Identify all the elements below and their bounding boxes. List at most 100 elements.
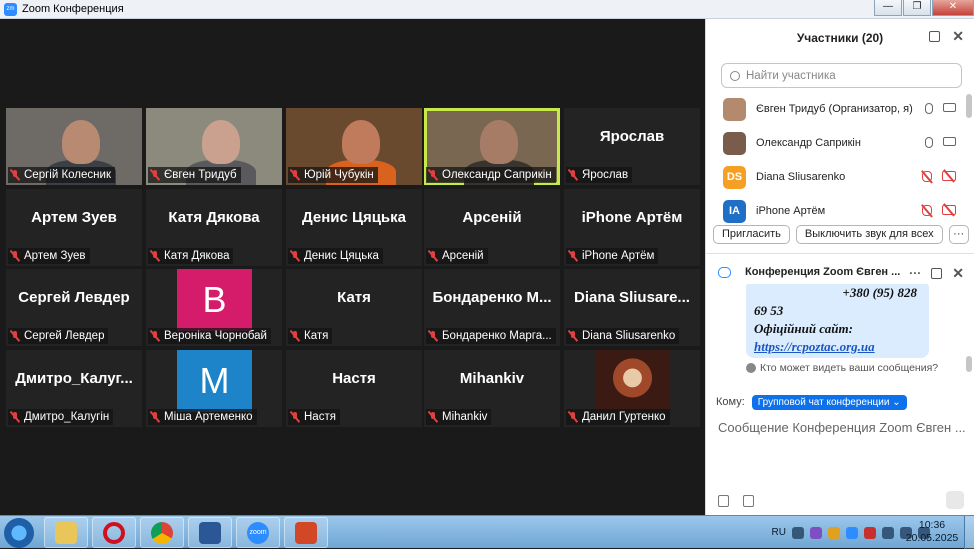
participant-name-label: Бондаренко Марга...: [426, 328, 556, 344]
person-head: [202, 120, 240, 164]
participant-name-label: iPhone Артём: [566, 248, 659, 264]
video-tile[interactable]: Ярослав Ярослав: [564, 108, 700, 185]
message-phone-cont: 69 53: [754, 303, 784, 318]
clock[interactable]: 10:36 20.05.2025: [902, 519, 962, 545]
recipient-dropdown[interactable]: Групповой чат конференции ⌄: [751, 394, 907, 410]
muted-mic-icon: [290, 250, 300, 262]
camera-icon[interactable]: [943, 103, 956, 112]
participant-row[interactable]: Євген Тридуб (Организатор, я): [706, 92, 974, 126]
chat-popout-icon[interactable]: [931, 267, 943, 279]
explorer-taskbar-button[interactable]: [44, 517, 88, 548]
popout-icon[interactable]: [929, 31, 941, 42]
message-site-label: Офіційний сайт:: [754, 321, 853, 336]
chat-compose-input[interactable]: Сообщение Конференция Zoom Євген ...: [706, 414, 974, 462]
video-tile[interactable]: Настя Настя: [286, 350, 422, 427]
search-placeholder: Найти участника: [746, 69, 836, 82]
flag-icon[interactable]: [882, 526, 894, 539]
mic-icon[interactable]: [925, 103, 933, 114]
chat-close-icon[interactable]: ✕: [952, 266, 964, 280]
mail-icon[interactable]: [864, 526, 876, 539]
message-phone: +380 (95) 828: [842, 285, 917, 300]
chat-messages: +380 (95) 828 69 53 Офіційний сайт: http…: [706, 284, 974, 378]
muted-mic-icon: [150, 411, 160, 423]
close-button[interactable]: ✕: [932, 0, 974, 16]
participant-display-name: Бондаренко М...: [432, 289, 552, 306]
participant-display-name: Катя: [337, 289, 371, 306]
to-label: Кому:: [716, 396, 745, 408]
chrome-taskbar-button[interactable]: [140, 517, 184, 548]
participant-name: Юрій Чубукін: [304, 169, 374, 181]
video-tile[interactable]: Дмитро_Калуг... Дмитро_Калугін: [6, 350, 142, 427]
mic-icon[interactable]: [925, 137, 933, 148]
participant-display-name: Дмитро_Калуг...: [15, 370, 133, 387]
participant-name: Ярослав: [582, 169, 629, 181]
video-tile[interactable]: Артем Зуев Артем Зуев: [6, 189, 142, 266]
video-tile[interactable]: Бондаренко М... Бондаренко Марга...: [424, 269, 560, 346]
video-tile[interactable]: Денис Цяцька Денис Цяцька: [286, 189, 422, 266]
video-tile[interactable]: В Вероніка Чорнобай: [146, 269, 282, 346]
powerpoint-taskbar-button[interactable]: [284, 517, 328, 548]
start-button[interactable]: [4, 518, 34, 548]
zoom-tray-icon[interactable]: [846, 526, 858, 539]
more-icon[interactable]: ···: [909, 266, 921, 280]
participant-name-label: Юрій Чубукін: [288, 167, 378, 183]
send-button[interactable]: [946, 491, 964, 509]
file-icon[interactable]: [743, 495, 754, 507]
video-tile[interactable]: Сергій Колесник: [6, 108, 142, 185]
video-tile[interactable]: Катя Катя: [286, 269, 422, 346]
participant-name: Сергей Левдер: [24, 330, 105, 342]
video-tile[interactable]: Арсеній Арсеній: [424, 189, 560, 266]
opera-taskbar-button[interactable]: [92, 517, 136, 548]
participant-avatar: DS: [723, 165, 746, 189]
participant-name: Mihankiv: [442, 411, 488, 423]
video-tile[interactable]: Євген Тридуб: [146, 108, 282, 185]
video-tile[interactable]: Юрій Чубукін: [286, 108, 422, 185]
participant-row[interactable]: Олександр Саприкін: [706, 126, 974, 160]
participant-search-input[interactable]: Найти участника: [721, 63, 962, 88]
participant-name-label: Mihankiv: [426, 409, 492, 425]
profile-photo: [595, 350, 670, 412]
maximize-button[interactable]: ❐: [903, 0, 931, 16]
video-tile[interactable]: Олександр Саприкін: [424, 108, 560, 185]
chat-scrollbar[interactable]: [966, 356, 972, 372]
viber-icon[interactable]: [810, 526, 822, 539]
zoom-icon: zoom: [247, 521, 269, 544]
format-icon[interactable]: [718, 495, 729, 507]
chat-header: Конференция Zoom Євген ... ··· ✕: [706, 260, 974, 284]
participant-display-name: Настя: [332, 370, 376, 387]
participant-row[interactable]: IA iPhone Артём: [706, 194, 974, 228]
minimize-button[interactable]: —: [874, 0, 902, 16]
close-icon[interactable]: ✕: [952, 29, 964, 43]
mic-muted-icon[interactable]: [922, 171, 932, 182]
language-indicator[interactable]: RU: [772, 527, 786, 538]
participants-title: Участники (20): [796, 31, 884, 45]
participant-name: Настя: [304, 411, 336, 423]
windows-taskbar: zoom RU 10:36 20.05.2025: [0, 515, 974, 549]
video-tile[interactable]: iPhone Артём iPhone Артём: [564, 189, 700, 266]
help-icon[interactable]: [792, 526, 804, 539]
mic-muted-icon[interactable]: [922, 205, 932, 216]
participant-name-label: Diana Sliusarenko: [566, 328, 680, 344]
camera-off-icon[interactable]: [942, 205, 956, 215]
tray-app-icon[interactable]: [828, 526, 840, 539]
show-desktop-button[interactable]: [964, 516, 974, 549]
message-link[interactable]: https://rcpoztac.org.ua: [754, 339, 875, 354]
video-tile[interactable]: Сергей Левдер Сергей Левдер: [6, 269, 142, 346]
muted-mic-icon: [10, 411, 20, 423]
participant-display-name: Арсеній: [462, 209, 522, 226]
camera-off-icon[interactable]: [942, 171, 956, 181]
participant-row[interactable]: DS Diana Sliusarenko: [706, 160, 974, 194]
video-tile[interactable]: Diana Sliusare... Diana Sliusarenko: [564, 269, 700, 346]
video-tile[interactable]: М Міша Артеменко: [146, 350, 282, 427]
zoom-taskbar-button[interactable]: zoom: [236, 517, 280, 548]
muted-mic-icon: [10, 250, 20, 262]
powerpoint-icon: [295, 521, 317, 544]
video-tile[interactable]: Катя Дякова Катя Дякова: [146, 189, 282, 266]
participant-avatar: [723, 131, 746, 155]
video-tile[interactable]: Mihankiv Mihankiv: [424, 350, 560, 427]
word-taskbar-button[interactable]: [188, 517, 232, 548]
video-tile[interactable]: Данил Гуртенко: [564, 350, 700, 427]
participant-name-label: Арсеній: [426, 248, 488, 264]
who-can-see-link[interactable]: Кто может видеть ваши сообщения?: [746, 362, 938, 374]
camera-icon[interactable]: [943, 137, 956, 146]
